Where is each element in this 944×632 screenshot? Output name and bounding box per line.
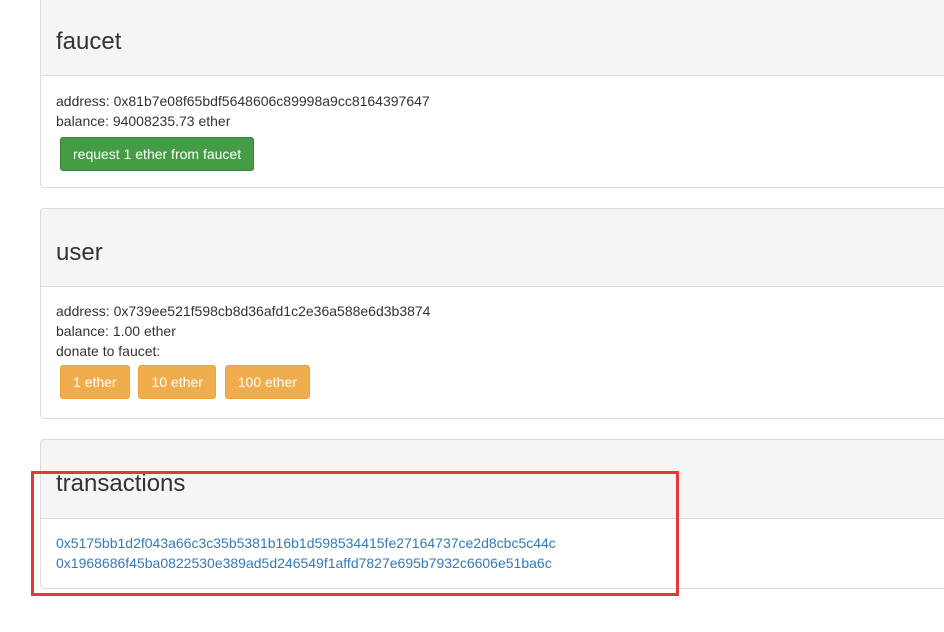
transaction-link[interactable]: 0x5175bb1d2f043a66c3c35b5381b16b1d598534… bbox=[56, 533, 944, 553]
faucet-panel: faucet address: 0x81b7e08f65bdf5648606c8… bbox=[40, 0, 944, 188]
transactions-title: transactions bbox=[56, 470, 186, 497]
user-address-line: address: 0x739ee521f598cb8d36afd1c2e36a5… bbox=[56, 301, 944, 321]
request-ether-button[interactable]: request 1 ether from faucet bbox=[60, 137, 255, 171]
user-title: user bbox=[56, 239, 103, 266]
user-panel-body: address: 0x739ee521f598cb8d36afd1c2e36a5… bbox=[41, 287, 944, 399]
faucet-balance-value: 94008235.73 ether bbox=[112, 113, 231, 129]
faucet-balance-label: balance: bbox=[56, 113, 109, 129]
user-balance-line: balance: 1.00 ether bbox=[56, 321, 944, 341]
faucet-address-label: address: bbox=[56, 93, 110, 109]
faucet-actions: request 1 ether from faucet bbox=[56, 131, 944, 171]
donate-100-ether-button[interactable]: 100 ether bbox=[224, 365, 310, 399]
user-address-label: address: bbox=[56, 303, 110, 319]
user-balance-label: balance: bbox=[56, 323, 109, 339]
donate-1-ether-button[interactable]: 1 ether bbox=[60, 365, 130, 399]
transactions-list: 0x5175bb1d2f043a66c3c35b5381b16b1d598534… bbox=[41, 519, 944, 573]
user-balance-value: 1.00 ether bbox=[112, 323, 176, 339]
donate-10-ether-button[interactable]: 10 ether bbox=[138, 365, 216, 399]
faucet-address-value: 0x81b7e08f65bdf5648606c89998a9cc81643976… bbox=[113, 93, 430, 109]
donate-label: donate to faucet: bbox=[56, 343, 161, 359]
donate-buttons: 1 ether 10 ether 100 ether bbox=[56, 361, 944, 399]
faucet-panel-heading: faucet bbox=[41, 0, 944, 76]
transactions-panel: transactions 0x5175bb1d2f043a66c3c35b538… bbox=[40, 439, 944, 589]
user-address-value: 0x739ee521f598cb8d36afd1c2e36a588e6d3b38… bbox=[113, 303, 431, 319]
transactions-panel-heading: transactions bbox=[41, 440, 944, 519]
faucet-balance-line: balance: 94008235.73 ether bbox=[56, 111, 944, 131]
user-panel: user address: 0x739ee521f598cb8d36afd1c2… bbox=[40, 208, 944, 419]
faucet-panel-body: address: 0x81b7e08f65bdf5648606c89998a9c… bbox=[41, 76, 944, 171]
faucet-address-line: address: 0x81b7e08f65bdf5648606c89998a9c… bbox=[56, 91, 944, 111]
user-panel-heading: user bbox=[41, 209, 944, 287]
transaction-link[interactable]: 0x1968686f45ba0822530e389ad5d246549f1aff… bbox=[56, 553, 944, 573]
faucet-title: faucet bbox=[56, 28, 122, 55]
